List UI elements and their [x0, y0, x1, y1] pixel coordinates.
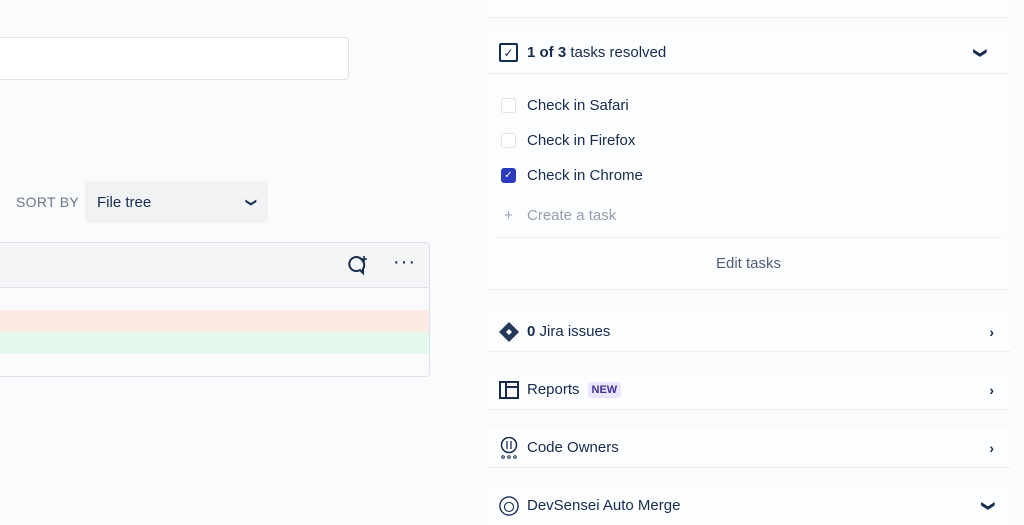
reports-row[interactable]: Reports NEW › — [487, 370, 1010, 410]
reports-icon — [499, 380, 519, 400]
jira-icon — [499, 321, 519, 342]
sort-value: File tree — [97, 193, 152, 211]
task-item[interactable]: Check in Safari — [487, 88, 1010, 123]
create-task[interactable]: + Create a task — [487, 193, 1010, 237]
task-item[interactable]: Check in Firefox — [487, 123, 1010, 158]
code-owners-label: Code Owners — [527, 439, 619, 456]
more-icon[interactable]: ··· — [393, 251, 416, 274]
diff-row-removed — [0, 310, 429, 332]
jira-label: Jira issues — [535, 323, 611, 340]
chevron-right-icon: › — [989, 439, 994, 456]
task-item[interactable]: ✓ Check in Chrome — [487, 158, 1010, 193]
chevron-down-icon: ❯ — [244, 197, 257, 207]
diff-row-added — [0, 332, 429, 354]
new-badge: NEW — [587, 381, 622, 398]
task-check-icon: ✓ — [499, 43, 518, 62]
sort-by-label: SORT BY — [16, 194, 80, 210]
top-card — [487, 0, 1010, 18]
reports-label: Reports — [527, 381, 580, 398]
diff-row — [0, 354, 429, 376]
edit-tasks-button[interactable]: Edit tasks — [487, 238, 1010, 272]
checkbox-checked[interactable]: ✓ — [501, 168, 516, 183]
task-label: Check in Chrome — [527, 167, 643, 184]
chevron-down-icon: ❯ — [981, 500, 997, 511]
task-label: Check in Firefox — [527, 132, 636, 149]
jira-issues-row[interactable]: 0 Jira issues › — [487, 312, 1010, 352]
tasks-label: tasks resolved — [566, 44, 667, 61]
create-task-label: Create a task — [527, 206, 617, 224]
jira-count: 0 — [527, 323, 536, 340]
devsensei-row[interactable]: DevSensei Auto Merge ❯ — [487, 486, 1010, 525]
chevron-right-icon: › — [989, 381, 994, 398]
checkbox[interactable] — [501, 98, 516, 113]
devsensei-label: DevSensei Auto Merge — [527, 497, 681, 514]
chevron-down-icon[interactable]: ❯ — [973, 47, 989, 58]
text-input[interactable] — [0, 37, 349, 80]
file-header: ··· — [0, 243, 429, 288]
diff-row — [0, 288, 429, 310]
chevron-right-icon: › — [989, 323, 994, 340]
code-owners-icon — [499, 436, 519, 459]
plus-icon: + — [504, 206, 513, 224]
add-comment-icon[interactable] — [347, 255, 369, 280]
checkbox[interactable] — [501, 133, 516, 148]
code-owners-row[interactable]: Code Owners › — [487, 428, 1010, 468]
tasks-header[interactable]: ✓ 1 of 3 tasks resolved ❯ — [487, 32, 1010, 74]
tasks-card: ✓ 1 of 3 tasks resolved ❯ Check in Safar… — [487, 32, 1010, 290]
task-label: Check in Safari — [527, 97, 629, 114]
tasks-count: 1 of 3 — [527, 44, 567, 61]
file-diff-panel: ··· — [0, 242, 430, 377]
sort-by-select[interactable]: File tree ❯ — [85, 181, 268, 223]
devsensei-icon — [499, 495, 519, 516]
